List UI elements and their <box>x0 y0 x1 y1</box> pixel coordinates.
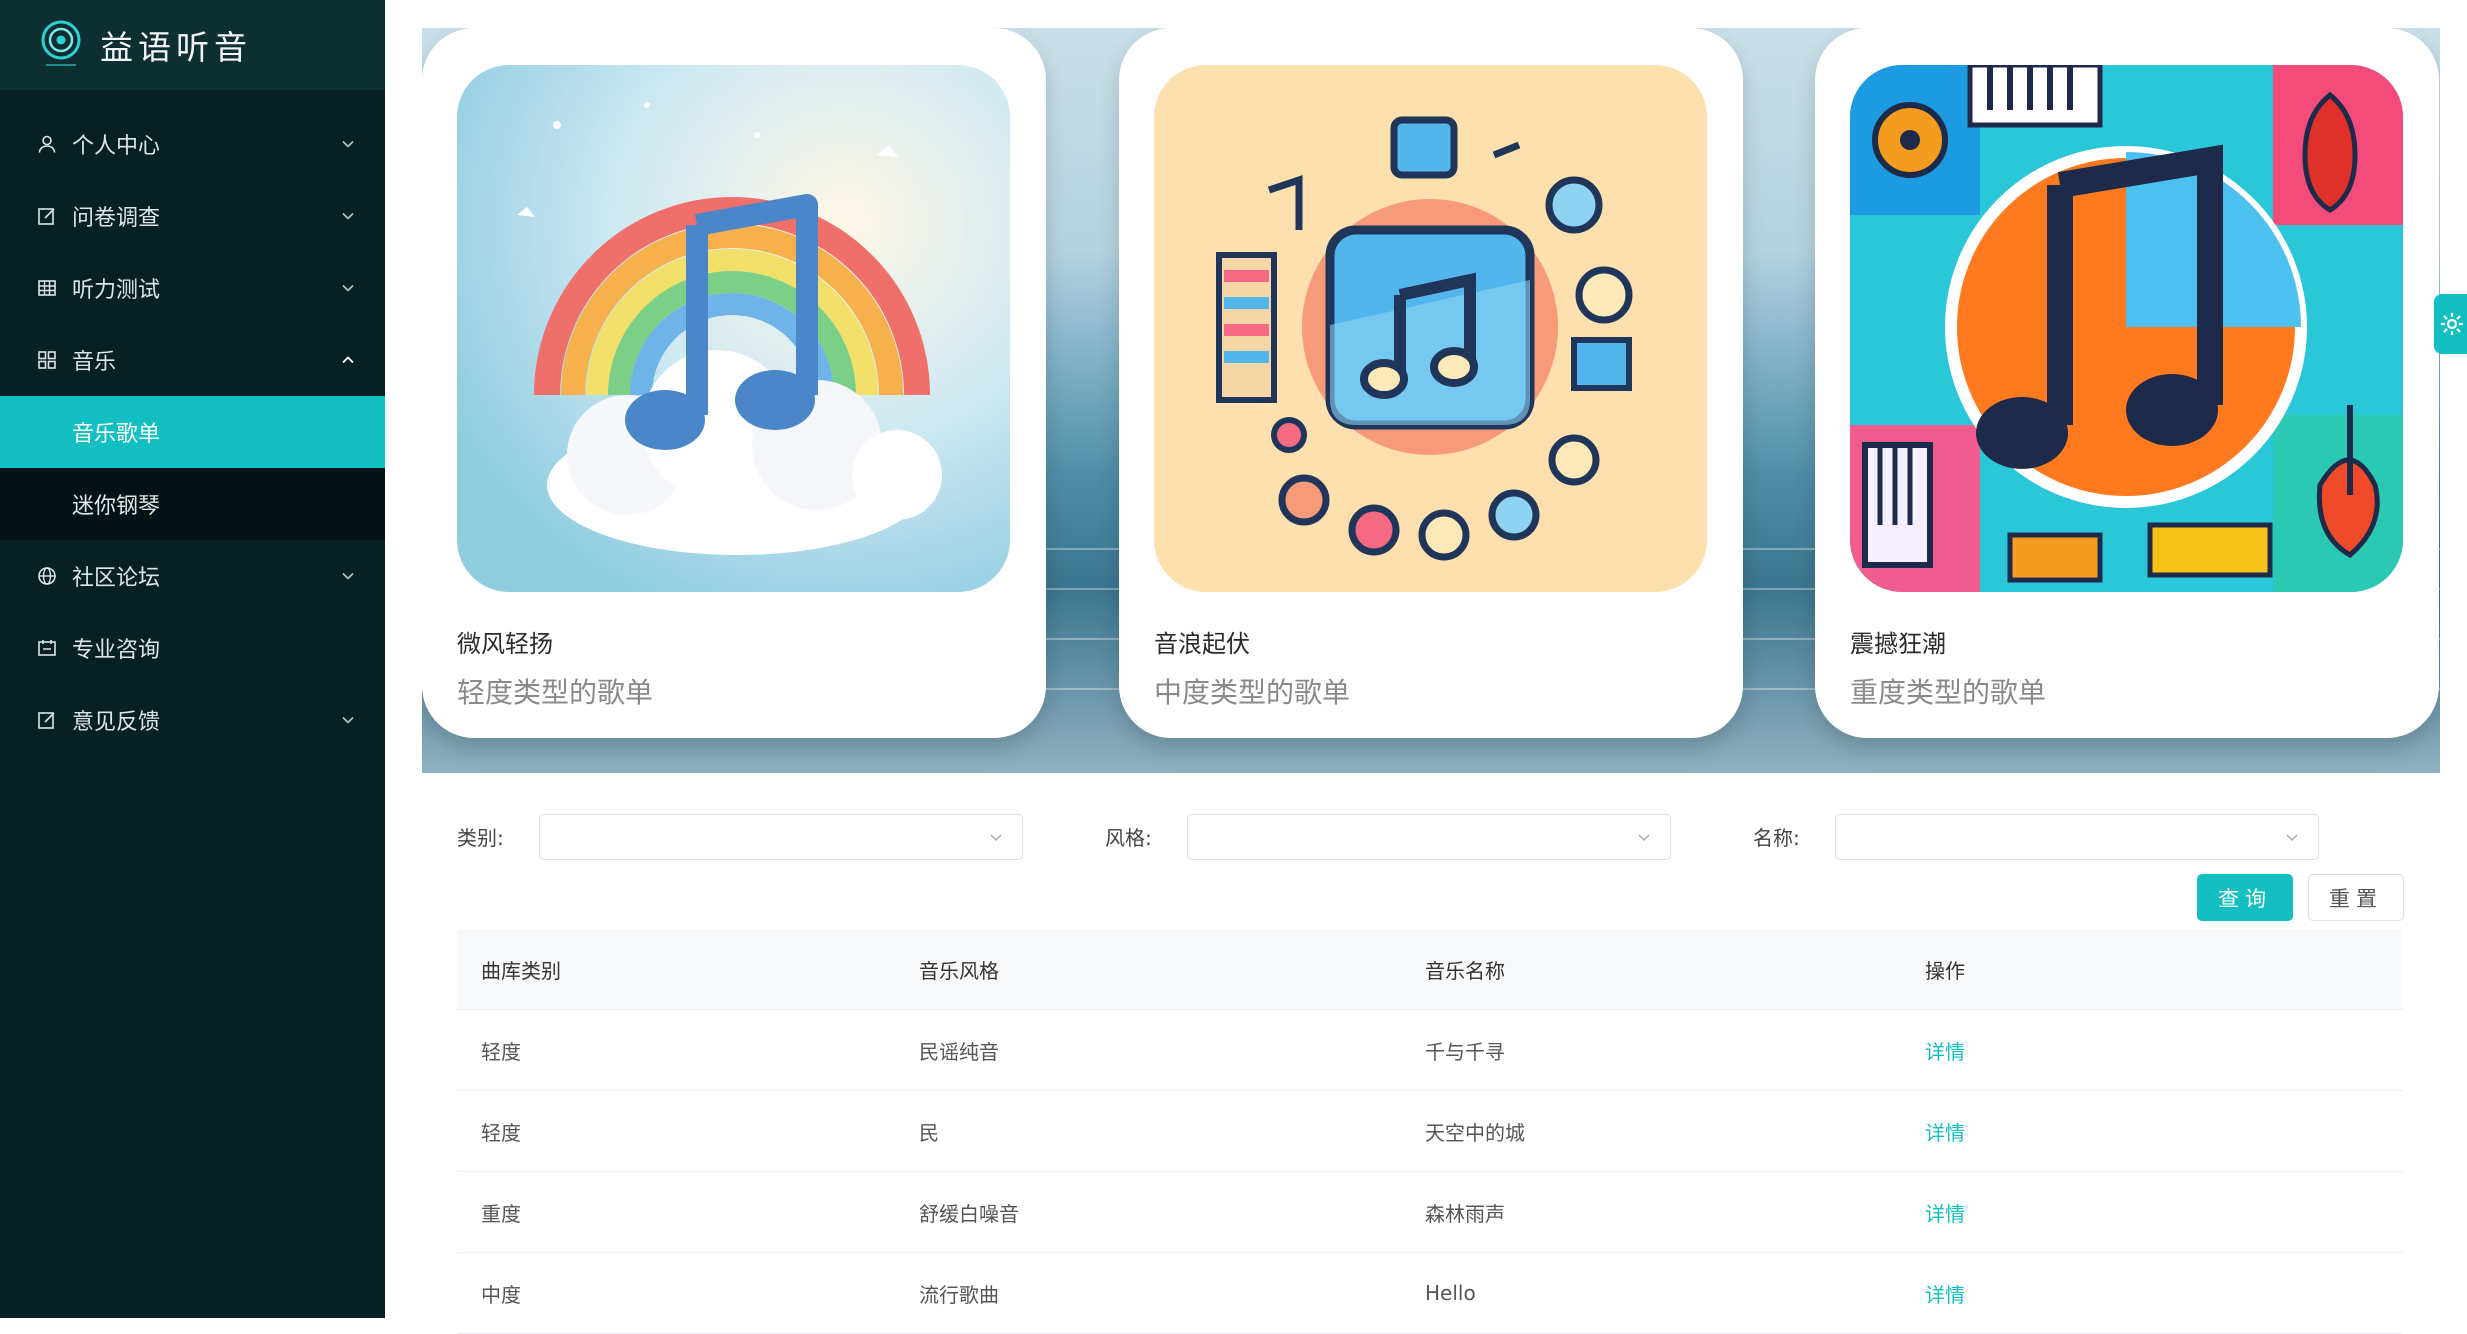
music-table: 曲库类别 音乐风格 音乐名称 操作 轻度 民谣纯音 千与千寻 详情 轻度 民 天… <box>457 929 2403 1334</box>
card-title: 震撼狂潮 <box>1850 630 1946 658</box>
table-header: 曲库类别 音乐风格 音乐名称 操作 <box>457 929 2403 1010</box>
hero-banner: 微风轻扬 轻度类型的歌单 音浪起伏 中度类型的歌单 震撼狂潮 重度类型的歌单 <box>422 28 2440 773</box>
table-row: 轻度 民 天空中的城 详情 <box>457 1091 2403 1172</box>
sidebar-item-label: 听力测试 <box>72 278 161 303</box>
detail-link[interactable]: 详情 <box>1925 1010 1965 1090</box>
cell-style: 民 <box>919 1120 939 1145</box>
table-row: 中度 流行歌曲 Hello 详情 <box>457 1253 2403 1334</box>
cell-name: 森林雨声 <box>1425 1201 1505 1226</box>
card-subtitle: 重度类型的歌单 <box>1850 676 2047 709</box>
card-subtitle: 中度类型的歌单 <box>1154 676 1351 709</box>
name-filter-label: 名称: <box>1753 826 1800 850</box>
chevron-down-icon <box>1636 829 1652 845</box>
calendar-icon <box>36 637 58 659</box>
instruments-music-illustration <box>1850 65 2403 592</box>
detail-link[interactable]: 详情 <box>1925 1253 1965 1333</box>
card-title: 微风轻扬 <box>457 630 553 658</box>
sidebar-item-community-forum[interactable]: 社区论坛 <box>0 540 385 612</box>
music-submenu: 音乐歌单 迷你钢琴 <box>0 396 385 540</box>
sidebar-item-mini-piano[interactable]: 迷你钢琴 <box>0 468 385 540</box>
sidebar-item-label: 个人中心 <box>72 134 161 159</box>
sidebar-item-label: 社区论坛 <box>72 566 161 591</box>
cell-name: Hello <box>1425 1281 1476 1305</box>
sidebar-item-music-playlist[interactable]: 音乐歌单 <box>0 396 385 468</box>
cell-category: 轻度 <box>481 1039 521 1064</box>
table-row: 轻度 民谣纯音 千与千寻 详情 <box>457 1010 2403 1091</box>
chevron-up-icon <box>339 350 357 368</box>
name-select[interactable] <box>1835 814 2319 860</box>
card-title: 音浪起伏 <box>1154 630 1250 658</box>
sidebar-item-label: 意见反馈 <box>72 710 161 735</box>
chevron-down-icon <box>339 566 357 584</box>
cell-style: 流行歌曲 <box>919 1282 999 1307</box>
music-app-illustration <box>1154 65 1707 592</box>
card-subtitle: 轻度类型的歌单 <box>457 676 654 709</box>
column-header: 操作 <box>1925 958 1965 983</box>
sidebar-menu: 个人中心 问卷调查 听力测试 音乐 音乐歌单 迷你钢琴 社区论坛 专业咨询 意见… <box>0 90 385 756</box>
cell-style: 民谣纯音 <box>919 1039 999 1064</box>
cell-category: 中度 <box>481 1282 521 1307</box>
column-header: 曲库类别 <box>481 958 561 983</box>
gear-icon <box>2439 311 2465 337</box>
sidebar-item-consultation[interactable]: 专业咨询 <box>0 612 385 684</box>
app-logo-icon <box>38 18 84 72</box>
table-icon <box>36 277 58 299</box>
style-filter-label: 风格: <box>1105 826 1152 850</box>
grid-icon <box>36 349 58 371</box>
playlist-card-heavy[interactable]: 震撼狂潮 重度类型的歌单 <box>1815 28 2439 738</box>
rainbow-music-illustration <box>457 65 1010 592</box>
table-row: 重度 舒缓白噪音 森林雨声 详情 <box>457 1172 2403 1253</box>
cell-name: 千与千寻 <box>1425 1039 1505 1064</box>
sidebar-item-music[interactable]: 音乐 <box>0 324 385 396</box>
sidebar-item-label: 音乐 <box>72 350 117 375</box>
chevron-down-icon <box>339 710 357 728</box>
playlist-card-medium[interactable]: 音浪起伏 中度类型的歌单 <box>1119 28 1743 738</box>
category-filter-label: 类别: <box>457 826 504 850</box>
sidebar-item-hearing-test[interactable]: 听力测试 <box>0 252 385 324</box>
sidebar: 益语听音 个人中心 问卷调查 听力测试 音乐 音乐歌单 迷你钢琴 社区论坛 专业… <box>0 0 385 1318</box>
style-select[interactable] <box>1187 814 1671 860</box>
query-button[interactable]: 查询 <box>2197 874 2293 921</box>
chevron-down-icon <box>339 206 357 224</box>
logo-bar: 益语听音 <box>0 0 385 90</box>
chevron-down-icon <box>988 829 1004 845</box>
user-icon <box>36 133 58 155</box>
reset-button[interactable]: 重置 <box>2308 874 2404 921</box>
playlist-panel: 类别: 风格: 名称: 查询 重置 曲库类别 音乐风格 音乐名称 操作 轻度 民… <box>422 773 2440 1334</box>
sidebar-item-feedback[interactable]: 意见反馈 <box>0 684 385 756</box>
sidebar-item-label: 问卷调查 <box>72 206 161 231</box>
detail-link[interactable]: 详情 <box>1925 1091 1965 1171</box>
settings-drawer-toggle[interactable] <box>2434 294 2467 354</box>
chevron-down-icon <box>339 134 357 152</box>
chevron-down-icon <box>2284 829 2300 845</box>
playlist-card-light[interactable]: 微风轻扬 轻度类型的歌单 <box>422 28 1046 738</box>
cell-name: 天空中的城 <box>1425 1120 1525 1145</box>
chevron-down-icon <box>339 278 357 296</box>
cell-category: 重度 <box>481 1201 521 1226</box>
sidebar-item-personal-center[interactable]: 个人中心 <box>0 108 385 180</box>
category-select[interactable] <box>539 814 1023 860</box>
column-header: 音乐名称 <box>1425 958 1505 983</box>
sidebar-item-survey[interactable]: 问卷调查 <box>0 180 385 252</box>
sidebar-item-label: 专业咨询 <box>72 638 161 663</box>
cell-style: 舒缓白噪音 <box>919 1201 1019 1226</box>
edit-icon <box>36 205 58 227</box>
cell-category: 轻度 <box>481 1120 521 1145</box>
globe-icon <box>36 565 58 587</box>
app-title: 益语听音 <box>100 28 252 67</box>
column-header: 音乐风格 <box>919 958 999 983</box>
detail-link[interactable]: 详情 <box>1925 1172 1965 1252</box>
edit-icon <box>36 709 58 731</box>
